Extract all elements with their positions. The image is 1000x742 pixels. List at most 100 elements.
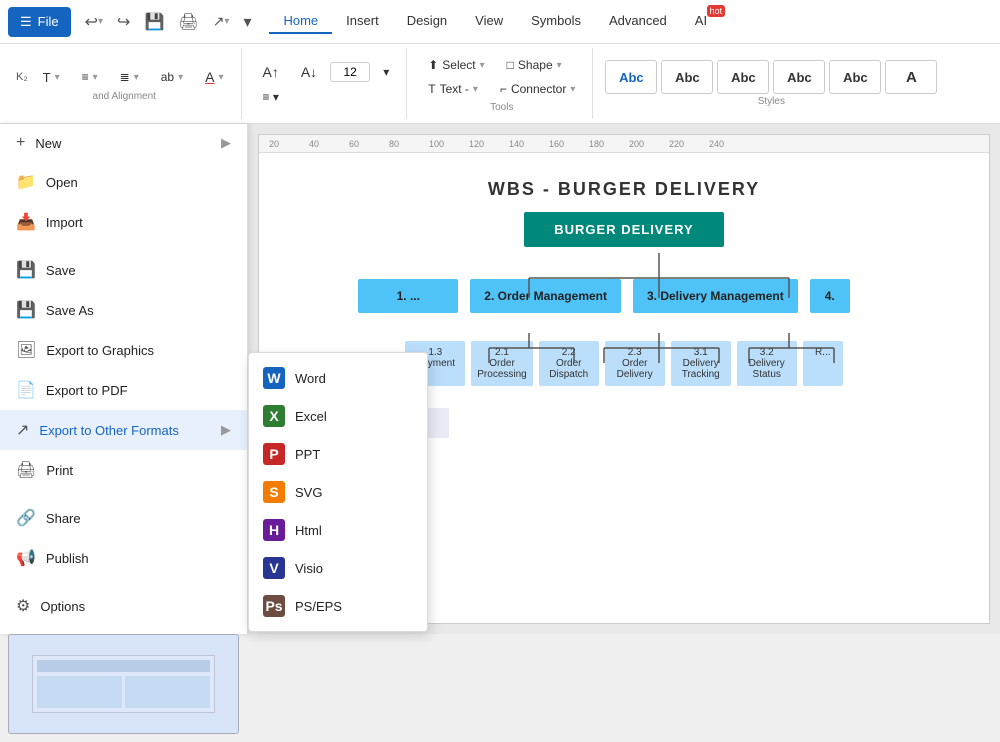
wbs-l2-box-2[interactable]: 2. Order Management: [470, 279, 621, 313]
thumbnail-area: [0, 626, 247, 742]
menu-item-print[interactable]: 🖨 Print: [0, 450, 247, 490]
menu-item-export-other[interactable]: ↗ Export to Other Formats ▶: [0, 410, 247, 450]
style-box-3[interactable]: Abc: [717, 60, 769, 94]
font-size-dropdown-icon: ▾: [55, 72, 60, 83]
menu-label-export-pdf: Export to PDF: [46, 383, 128, 398]
submenu-html[interactable]: H Html: [249, 511, 427, 549]
increase-font-button[interactable]: A↑: [254, 60, 288, 84]
export-button[interactable]: ↗ ▾: [207, 8, 236, 36]
tab-symbols[interactable]: Symbols: [517, 9, 595, 34]
decrease-font-button[interactable]: A↓: [292, 60, 326, 84]
save-icon: 💾: [144, 12, 164, 32]
wbs-l3-box-extra[interactable]: R...: [803, 341, 843, 386]
menu-item-import[interactable]: 📥 Import: [0, 202, 247, 242]
tools-label: Tools: [419, 102, 584, 113]
style-box-4[interactable]: Abc: [773, 60, 825, 94]
menu-item-save-as[interactable]: 💾 Save As: [0, 290, 247, 330]
line-spacing-icon: ≡: [82, 70, 89, 84]
menu-item-save[interactable]: 💾 Save: [0, 250, 247, 290]
file-label: File: [38, 14, 59, 29]
ruler-mark-180: 180: [589, 139, 629, 149]
ruler-mark-240: 240: [709, 139, 749, 149]
wbs-l2-box-4[interactable]: 4.: [810, 279, 850, 313]
file-button[interactable]: ☰ File: [8, 7, 71, 37]
print-menu-icon: 🖨: [16, 460, 36, 480]
menu-item-open[interactable]: 📁 Open: [0, 162, 247, 202]
list-button[interactable]: ≣ ▾: [111, 66, 148, 88]
publish-icon: 📢: [16, 548, 36, 568]
menu-item-options[interactable]: ⚙ Options: [0, 586, 247, 626]
wbs-l3-box-order-proc[interactable]: 2.1 Order Processing: [471, 341, 532, 386]
export-pdf-icon: 📄: [16, 380, 36, 400]
more-button[interactable]: ▾: [237, 8, 257, 36]
menu-item-new[interactable]: + New ▶: [0, 124, 247, 162]
style-text-2: Abc: [675, 70, 700, 85]
menu-label-publish: Publish: [46, 551, 89, 566]
wbs-l2-box-1[interactable]: 1. ...: [358, 279, 458, 313]
wbs-l3-box-order-del[interactable]: 2.3 Order Delivery: [605, 341, 665, 386]
tab-home[interactable]: Home: [269, 9, 332, 34]
menu-label-share: Share: [46, 511, 81, 526]
menu-label-export-other: Export to Other Formats: [39, 423, 178, 438]
submenu-ppt[interactable]: P PPT: [249, 435, 427, 473]
submenu-visio[interactable]: V Visio: [249, 549, 427, 587]
tab-insert[interactable]: Insert: [332, 9, 393, 34]
menu-label-import: Import: [46, 215, 83, 230]
style-box-2[interactable]: Abc: [661, 60, 713, 94]
case-icon: ab: [161, 70, 174, 84]
submenu-svg[interactable]: S SVG: [249, 473, 427, 511]
case-button[interactable]: ab ▾: [152, 66, 192, 88]
wbs-level2: 1. ... 2. Order Management 3. Delivery M…: [259, 279, 989, 313]
menu-item-share[interactable]: 🔗 Share: [0, 498, 247, 538]
wbs-l2-box-3[interactable]: 3. Delivery Management: [633, 279, 798, 313]
menu-label-export-graphics: Export to Graphics: [46, 343, 154, 358]
font-type-button[interactable]: T ▾: [34, 66, 69, 89]
style-box-5[interactable]: Abc: [829, 60, 881, 94]
submenu-word[interactable]: W Word: [249, 359, 427, 397]
select-button[interactable]: ⬆ Select ▾: [419, 54, 493, 76]
line-spacing-button[interactable]: ≡ ▾: [73, 66, 107, 88]
tab-design[interactable]: Design: [393, 9, 461, 34]
save-menu-icon: 💾: [16, 260, 36, 280]
style-text-6: A: [906, 69, 917, 86]
save-button[interactable]: 💾: [138, 8, 170, 36]
connector-icon: ⌐: [500, 82, 507, 96]
new-icon: +: [16, 134, 25, 152]
submenu-pseps[interactable]: Ps PS/EPS: [249, 587, 427, 625]
menu-icon: ☰: [20, 14, 32, 30]
redo-icon: ↪: [117, 12, 130, 32]
align-button[interactable]: ≡ ▾: [254, 86, 288, 108]
shape-button[interactable]: □ Shape ▾: [498, 54, 571, 76]
connector-button[interactable]: ⌐ Connector ▾: [491, 78, 584, 100]
text-button[interactable]: T Text - ▾: [419, 78, 487, 100]
ruler-mark-140: 140: [509, 139, 549, 149]
visio-icon: V: [263, 557, 285, 579]
print-button[interactable]: 🖨: [172, 8, 204, 36]
menu-item-export-pdf[interactable]: 📄 Export to PDF: [0, 370, 247, 410]
redo-button[interactable]: ↪: [111, 8, 136, 36]
submenu-excel[interactable]: X Excel: [249, 397, 427, 435]
undo-button[interactable]: ↩ ▾: [79, 8, 109, 36]
tab-ai[interactable]: AI hot: [681, 9, 721, 34]
wbs-l3-box-order-disp[interactable]: 2.2 Order Dispatch: [539, 341, 599, 386]
font-size-input[interactable]: [330, 62, 370, 82]
thumbnail-content: [9, 635, 238, 733]
wbs-l3-box-del-track[interactable]: 3.1 Delivery Tracking: [671, 341, 731, 386]
tab-advanced[interactable]: Advanced: [595, 9, 681, 34]
ruler-mark-40: 40: [309, 139, 349, 149]
menu-item-export-graphics[interactable]: 🖼 Export to Graphics: [0, 330, 247, 370]
ruler-mark-100: 100: [429, 139, 469, 149]
submenu-label-ppt: PPT: [295, 447, 320, 462]
submenu-label-pseps: PS/EPS: [295, 599, 342, 614]
import-icon: 📥: [16, 212, 36, 232]
menu-label-options: Options: [40, 599, 85, 614]
open-icon: 📁: [16, 172, 36, 192]
style-box-1[interactable]: Abc: [605, 60, 657, 94]
tab-view[interactable]: View: [461, 9, 517, 34]
menu-item-publish[interactable]: 📢 Publish: [0, 538, 247, 578]
style-box-6[interactable]: A: [885, 60, 937, 94]
wbs-root-box[interactable]: BURGER DELIVERY: [524, 212, 723, 247]
font-color-button[interactable]: A ▾: [196, 65, 232, 89]
wbs-l3-box-del-status[interactable]: 3.2 Delivery Status: [737, 341, 797, 386]
font-size-dropdown[interactable]: ▾: [374, 61, 398, 83]
